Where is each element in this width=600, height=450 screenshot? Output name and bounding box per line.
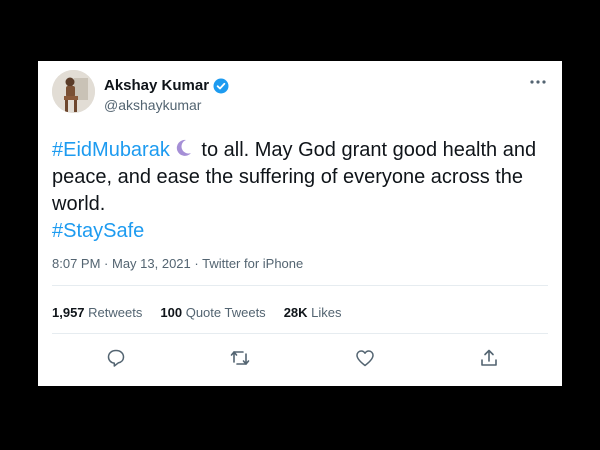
tweet-text: #EidMubarak to all. May God grant good h… — [52, 137, 552, 245]
meta-separator: · — [100, 256, 112, 271]
tweet-line3: world. — [52, 193, 106, 215]
action-bar — [38, 347, 562, 369]
quote-tweets-label: Quote Tweets — [185, 305, 266, 320]
tweet-time[interactable]: 8:07 PM — [52, 256, 100, 271]
heart-icon[interactable] — [354, 347, 376, 369]
likes-stat[interactable]: 28K Likes — [284, 305, 342, 320]
retweets-count: 1,957 — [52, 305, 85, 320]
hashtag-eidmubarak[interactable]: #EidMubarak — [52, 139, 170, 161]
tweet-date[interactable]: May 13, 2021 — [112, 256, 191, 271]
tweet-stats: 1,957 Retweets 100 Quote Tweets 28K Like… — [52, 305, 342, 320]
reply-icon[interactable] — [105, 347, 127, 369]
quote-tweets-count: 100 — [160, 305, 183, 320]
hashtag-staysafe[interactable]: #StaySafe — [52, 220, 144, 242]
tweet-source[interactable]: Twitter for iPhone — [202, 256, 303, 271]
crescent-moon-icon — [172, 138, 194, 158]
meta-separator: · — [190, 256, 203, 271]
retweet-icon[interactable] — [229, 347, 251, 369]
author-name[interactable]: Akshay Kumar — [104, 77, 209, 94]
divider — [52, 333, 548, 334]
divider — [52, 285, 548, 286]
tweet-line2: peace, and ease the suffering of everyon… — [52, 166, 524, 188]
retweets-label: Retweets — [88, 305, 143, 320]
author-name-row: Akshay Kumar — [104, 77, 229, 94]
retweets-stat[interactable]: 1,957 Retweets — [52, 305, 142, 320]
quote-tweets-stat[interactable]: 100 Quote Tweets — [160, 305, 265, 320]
author-handle[interactable]: @akshaykumar — [104, 97, 201, 113]
avatar[interactable] — [52, 70, 95, 113]
tweet-card: Akshay Kumar @akshaykumar #EidMubarak to… — [38, 61, 562, 386]
more-icon[interactable] — [528, 75, 548, 89]
likes-count: 28K — [283, 305, 308, 320]
share-icon[interactable] — [478, 347, 500, 369]
verified-badge-icon — [213, 78, 229, 94]
tweet-meta: 8:07 PM · May 13, 2021 · Twitter for iPh… — [52, 256, 303, 271]
likes-label: Likes — [311, 305, 342, 320]
tweet-line1: to all. May God grant good health and — [195, 139, 537, 161]
